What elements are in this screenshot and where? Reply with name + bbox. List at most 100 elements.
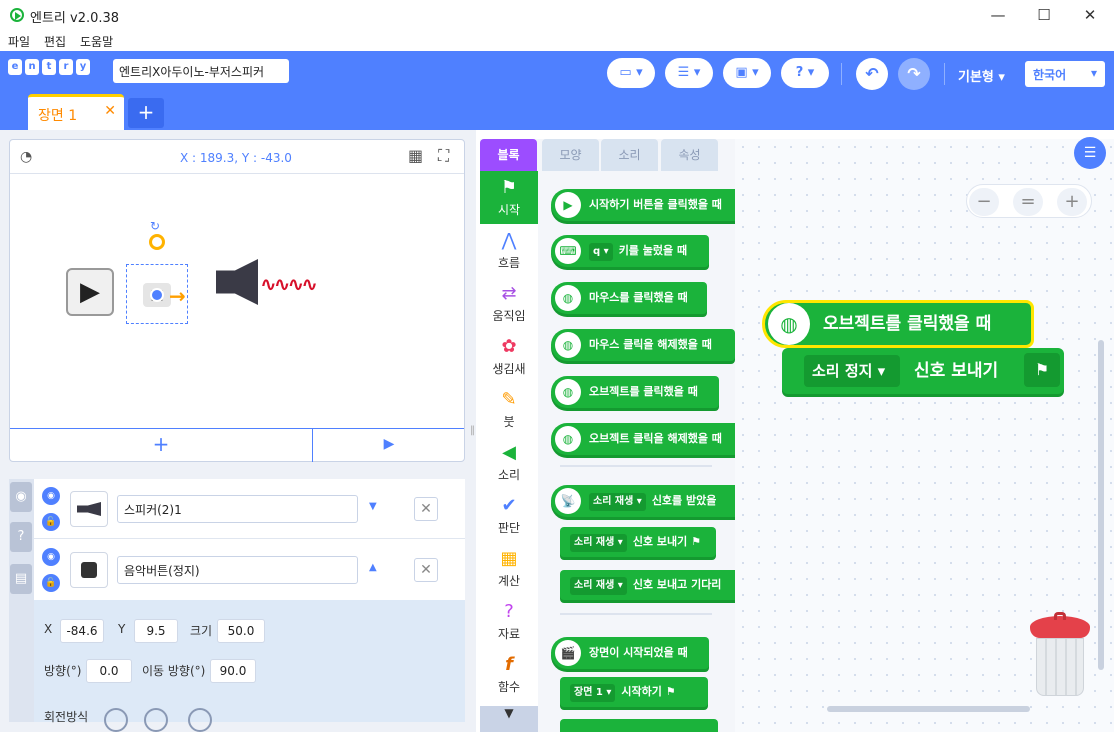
minimize-button[interactable]: — bbox=[976, 4, 1020, 26]
block-mouse-click[interactable]: ◍ 마우스를 클릭했을 때 bbox=[551, 282, 707, 314]
console-tab[interactable]: ▤ bbox=[10, 564, 32, 594]
undo-button[interactable]: ↶ bbox=[856, 58, 888, 90]
x-input[interactable]: -84.6 bbox=[60, 619, 104, 643]
chevron-up-icon[interactable]: ▲ bbox=[369, 562, 377, 573]
center-handle[interactable] bbox=[150, 288, 164, 302]
block-key-press[interactable]: ⌨ q ▾ 키를 눌렀을 때 bbox=[551, 235, 709, 267]
signal-dropdown[interactable]: 소리 재생 ▾ bbox=[570, 534, 627, 552]
help-menu-button[interactable]: ? ▾ bbox=[781, 58, 829, 88]
block-object-release[interactable]: ◍ 오브젝트 클릭을 해제했을 때 bbox=[551, 423, 735, 455]
palette-separator bbox=[560, 465, 712, 467]
delete-object-button[interactable]: ✕ bbox=[414, 558, 438, 582]
speedometer-icon[interactable]: ◔ bbox=[20, 149, 32, 165]
direction-arrow-icon[interactable]: → bbox=[169, 284, 186, 308]
play-sprite[interactable]: ▶ bbox=[66, 268, 114, 316]
vertical-scrollbar[interactable] bbox=[1098, 340, 1104, 670]
rotate-handle[interactable] bbox=[149, 234, 165, 250]
rotate-horizontal-icon[interactable] bbox=[144, 708, 168, 732]
category-looks[interactable]: ✿ 생김새 bbox=[480, 330, 538, 383]
lock-icon[interactable]: 🔓 bbox=[42, 513, 60, 531]
category-brush[interactable]: ✎ 붓 bbox=[480, 383, 538, 436]
tab-blocks[interactable]: 블록 bbox=[480, 139, 537, 171]
course-menu-button[interactable]: ▭ ▾ bbox=[607, 58, 655, 88]
save-menu-button[interactable]: ▣ ▾ bbox=[723, 58, 771, 88]
block-signal-send-wait[interactable]: 소리 재생 ▾ 신호 보내고 기다리 bbox=[560, 570, 735, 600]
chat-icon[interactable]: ☰ bbox=[1074, 137, 1106, 169]
signal-dropdown[interactable]: 소리 재생 ▾ bbox=[570, 577, 627, 595]
question-icon: ? bbox=[17, 529, 25, 544]
redo-button[interactable]: ↷ bbox=[898, 58, 930, 90]
run-button[interactable]: ▶ bbox=[314, 429, 464, 462]
category-scroll-down[interactable]: ▼ bbox=[480, 706, 538, 732]
help-tab[interactable]: ? bbox=[10, 522, 32, 552]
file-menu-button[interactable]: ☰ ▾ bbox=[665, 58, 713, 88]
pane-resize-handle[interactable]: ‖ bbox=[470, 425, 476, 441]
object-row-speaker[interactable]: ◉ 🔓 스피커(2)1 ▼ ✕ bbox=[34, 479, 465, 539]
object-name-input[interactable]: 음악버튼(정지) bbox=[117, 556, 358, 584]
key-dropdown[interactable]: q ▾ bbox=[589, 243, 613, 261]
add-object-button[interactable]: + bbox=[10, 429, 313, 462]
entry-logo[interactable]: e n t r y bbox=[8, 59, 90, 77]
category-data[interactable]: ? 자료 bbox=[480, 595, 538, 648]
maximize-button[interactable]: ☐ bbox=[1022, 4, 1066, 26]
document-icon: ☰ bbox=[677, 65, 690, 80]
tab-scene-1[interactable]: 장면 1 ✕ bbox=[28, 94, 124, 130]
chevron-down-icon[interactable]: ▼ bbox=[369, 501, 377, 512]
project-name-input[interactable]: 엔트리X아두이노-부저스피커 bbox=[113, 59, 289, 83]
move-direction-input[interactable]: 90.0 bbox=[210, 659, 256, 683]
category-function[interactable]: f 함수 bbox=[480, 648, 538, 701]
block-signal-send[interactable]: 소리 재생 ▾ 신호 보내기 ⚑ bbox=[560, 527, 716, 557]
y-input[interactable]: 9.5 bbox=[134, 619, 178, 643]
mode-select[interactable]: 기본형 ▾ bbox=[958, 66, 1005, 85]
close-button[interactable]: ✕ bbox=[1068, 4, 1112, 26]
category-calc[interactable]: ▦ 계산 bbox=[480, 542, 538, 595]
block-scene-begin[interactable]: 장면 1 ▾ 시작하기 ⚑ bbox=[560, 677, 708, 707]
tab-properties[interactable]: 속성 bbox=[661, 139, 718, 171]
eye-icon[interactable]: ◉ bbox=[42, 487, 60, 505]
eye-icon[interactable]: ◉ bbox=[42, 548, 60, 566]
lock-icon[interactable]: 🔓 bbox=[42, 574, 60, 592]
rotate-free-icon[interactable] bbox=[104, 708, 128, 732]
size-input[interactable]: 50.0 bbox=[217, 619, 265, 643]
tab-sounds[interactable]: 소리 bbox=[601, 139, 658, 171]
signal-dropdown[interactable]: 소리 재생 ▾ bbox=[589, 493, 646, 511]
zoom-out-button[interactable]: − bbox=[969, 188, 999, 216]
category-move[interactable]: ⇄ 움직임 bbox=[480, 277, 538, 330]
block-start-click[interactable]: ▶ 시작하기 버튼을 클릭했을 때 bbox=[551, 189, 735, 221]
block-mouse-release[interactable]: ◍ 마우스 클릭을 해제했을 때 bbox=[551, 329, 735, 361]
speaker-sprite[interactable] bbox=[216, 259, 258, 305]
signal-dropdown[interactable]: 소리 정지 ▾ bbox=[804, 355, 900, 387]
close-icon[interactable]: ✕ bbox=[104, 103, 116, 119]
stage-canvas[interactable]: ▶ ■ → ↻ ∿∿∿∿ bbox=[10, 173, 464, 428]
category-judge[interactable]: ✔ 판단 bbox=[480, 489, 538, 542]
selected-sprite-box[interactable]: ■ → bbox=[126, 264, 188, 324]
menu-file[interactable]: 파일 bbox=[8, 33, 30, 50]
category-flow[interactable]: ⋀ 흐름 bbox=[480, 224, 538, 277]
menu-help[interactable]: 도움말 bbox=[80, 33, 113, 50]
grid-icon[interactable]: ▦ bbox=[408, 146, 423, 165]
object-name-input[interactable]: 스피커(2)1 bbox=[117, 495, 358, 523]
menu-edit[interactable]: 편집 bbox=[44, 33, 66, 50]
category-sound[interactable]: ◀ 소리 bbox=[480, 436, 538, 489]
zoom-in-button[interactable]: + bbox=[1057, 188, 1087, 216]
x-label: X bbox=[44, 622, 53, 636]
delete-object-button[interactable]: ✕ bbox=[414, 497, 438, 521]
horizontal-scrollbar[interactable] bbox=[827, 706, 1030, 712]
category-start[interactable]: ⚑ 시작 bbox=[480, 171, 538, 224]
scene-dropdown[interactable]: 장면 1 ▾ bbox=[570, 684, 616, 702]
objects-tab[interactable]: ◉ bbox=[10, 482, 32, 512]
add-scene-button[interactable]: + bbox=[128, 98, 164, 128]
fullscreen-icon[interactable]: ⛶ bbox=[438, 146, 449, 166]
zoom-reset-button[interactable]: = bbox=[1013, 188, 1043, 216]
language-select[interactable]: 한국어 ▾ bbox=[1025, 61, 1105, 87]
object-row-music-button[interactable]: ◉ 🔓 음악버튼(정지) ▲ ✕ bbox=[34, 540, 465, 600]
block-label: 오브젝트를 클릭했을 때 bbox=[823, 314, 992, 334]
block-partial[interactable] bbox=[560, 719, 718, 732]
block-scene-start[interactable]: 🎬 장면이 시작되었을 때 bbox=[551, 637, 709, 669]
rotate-none-icon[interactable] bbox=[188, 708, 212, 732]
direction-input[interactable]: 0.0 bbox=[86, 659, 132, 683]
block-object-click[interactable]: ◍ 오브젝트를 클릭했을 때 bbox=[551, 376, 719, 408]
trash-can-icon[interactable] bbox=[1030, 612, 1090, 698]
tab-shapes[interactable]: 모양 bbox=[542, 139, 599, 171]
block-signal-received[interactable]: 📡 소리 재생 ▾ 신호를 받았을 bbox=[551, 485, 735, 517]
